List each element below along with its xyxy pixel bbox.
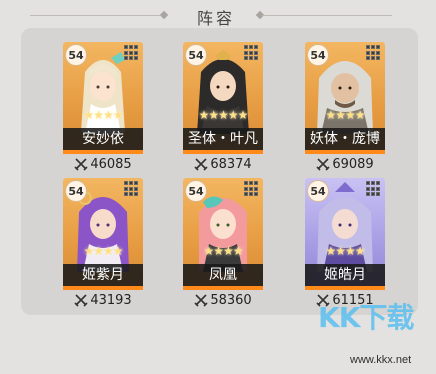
watermark-url: www.kkx.net bbox=[350, 354, 412, 366]
crossed-swords-icon bbox=[194, 294, 208, 307]
power-value: 58360 bbox=[210, 292, 252, 308]
grid-icon bbox=[366, 181, 382, 197]
grid-icon bbox=[124, 45, 140, 61]
grid-icon bbox=[244, 181, 260, 197]
card-accent-bar bbox=[63, 286, 143, 290]
crossed-swords-icon bbox=[316, 158, 330, 171]
star-rating: ★★★★ bbox=[83, 108, 123, 122]
star-rating: ★★★★★ bbox=[198, 108, 249, 122]
hero-card-pang-bo[interactable]: 54 ★★★★ 妖体・庞博 69089 bbox=[305, 42, 385, 172]
level-badge: 54 bbox=[307, 44, 329, 66]
title-divider-left bbox=[30, 15, 160, 16]
star-rating: ★★★★ bbox=[325, 108, 365, 122]
card-accent-bar bbox=[183, 286, 263, 290]
level-badge: 54 bbox=[185, 44, 207, 66]
hero-card-ji-ziyue[interactable]: 54 ★★★★ 姬紫月 43193 bbox=[63, 178, 143, 308]
star-rating: ★★★★ bbox=[83, 244, 123, 258]
power-row: 69089 bbox=[305, 156, 385, 172]
power-row: 68374 bbox=[183, 156, 263, 172]
star-rating: ★★★★ bbox=[325, 244, 365, 258]
watermark-logo: KK下载 bbox=[318, 301, 414, 334]
hero-card-an-miaoyi[interactable]: 54 ★★★★ 安妙依 46085 bbox=[63, 42, 143, 172]
card-accent-bar bbox=[305, 150, 385, 154]
grid-icon bbox=[244, 45, 260, 61]
lineup-panel: 54 ★★★★ 安妙依 46085 54 ★★★★★ 圣体・叶凡 68374 5… bbox=[21, 28, 418, 315]
watermark: KK下载 www.kkx.net bbox=[318, 296, 436, 374]
level-badge: 54 bbox=[65, 180, 87, 202]
star-rating: ★★★★ bbox=[203, 244, 243, 258]
crossed-swords-icon bbox=[194, 158, 208, 171]
card-accent-bar bbox=[305, 286, 385, 290]
hero-name: 姬皓月 bbox=[305, 264, 385, 286]
title-divider-right bbox=[262, 15, 392, 16]
crossed-swords-icon bbox=[74, 294, 88, 307]
level-badge: 54 bbox=[307, 180, 329, 202]
hero-name: 圣体・叶凡 bbox=[183, 128, 263, 150]
hero-name: 妖体・庞博 bbox=[305, 128, 385, 150]
card-accent-bar bbox=[63, 150, 143, 154]
hero-card-feng-huang[interactable]: 54 ★★★★ 凤凰 58360 bbox=[183, 178, 263, 308]
power-value: 46085 bbox=[90, 156, 132, 172]
grid-icon bbox=[124, 181, 140, 197]
power-row: 46085 bbox=[63, 156, 143, 172]
power-row: 58360 bbox=[183, 292, 263, 308]
hero-name: 安妙依 bbox=[63, 128, 143, 150]
power-row: 43193 bbox=[63, 292, 143, 308]
page-title: 阵容 bbox=[196, 9, 235, 28]
power-value: 69089 bbox=[332, 156, 374, 172]
hero-name: 凤凰 bbox=[183, 264, 263, 286]
crossed-swords-icon bbox=[74, 158, 88, 171]
hero-card-ye-fan[interactable]: 54 ★★★★★ 圣体・叶凡 68374 bbox=[183, 42, 263, 172]
level-badge: 54 bbox=[185, 180, 207, 202]
hero-name: 姬紫月 bbox=[63, 264, 143, 286]
hero-card-ji-haoyue[interactable]: 54 ★★★★ 姬皓月 61151 bbox=[305, 178, 385, 308]
power-value: 68374 bbox=[210, 156, 252, 172]
grid-icon bbox=[366, 45, 382, 61]
power-value: 43193 bbox=[90, 292, 132, 308]
level-badge: 54 bbox=[65, 44, 87, 66]
card-accent-bar bbox=[183, 150, 263, 154]
title-ornament-left bbox=[159, 10, 169, 20]
